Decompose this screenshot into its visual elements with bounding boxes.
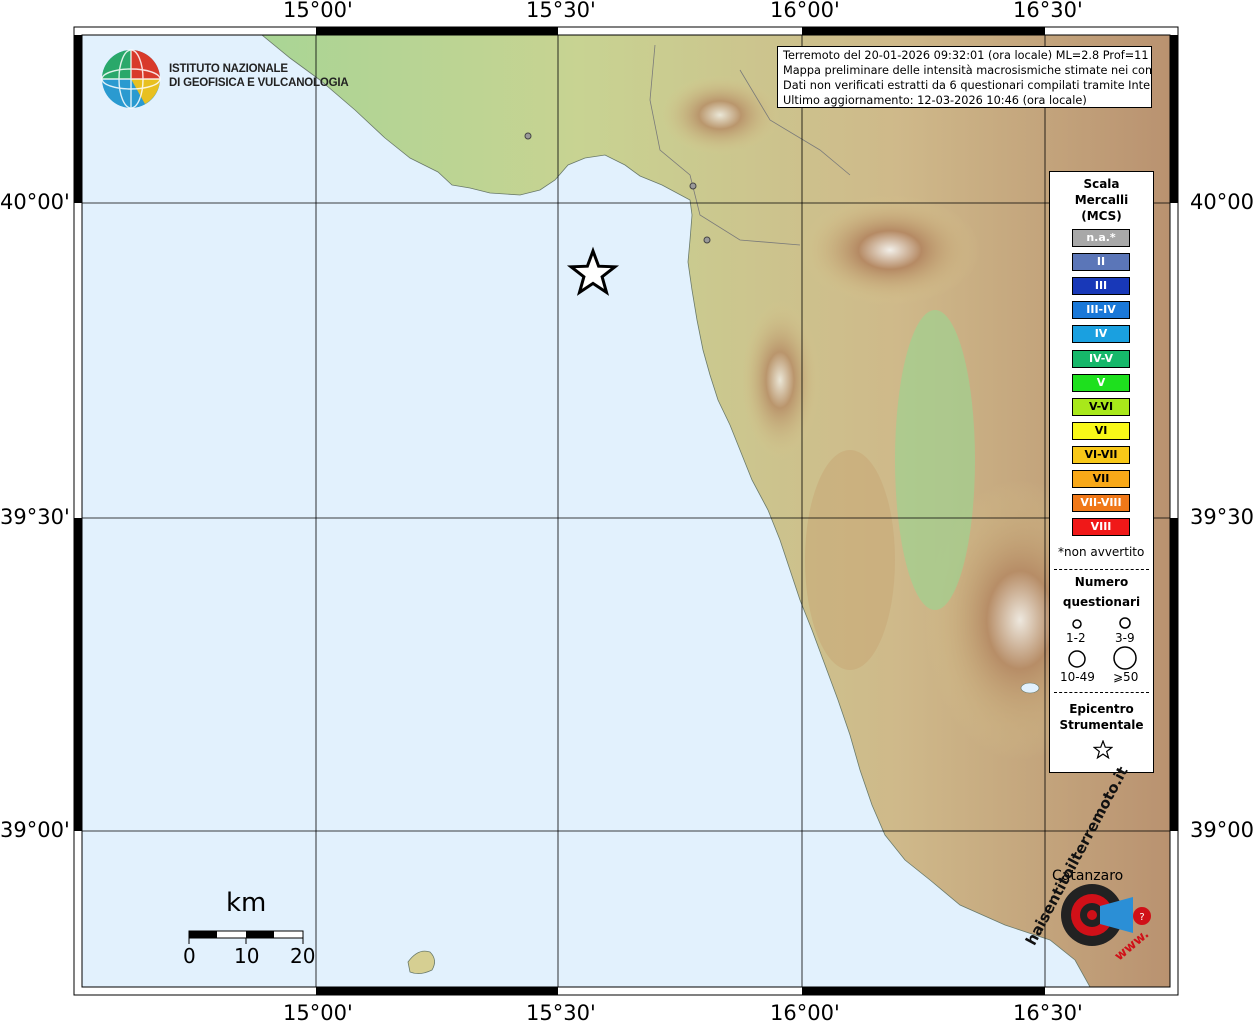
lon-tick-top: 15°30' bbox=[526, 0, 596, 22]
event-info-box: Terremoto del 20-01-2026 09:32:01 (ora l… bbox=[777, 46, 1152, 108]
relief-north bbox=[660, 75, 780, 155]
questionnaire-title: Numero bbox=[1074, 575, 1129, 589]
lon-tick-bottom: 16°30' bbox=[1013, 1001, 1083, 1025]
intensity-swatch: VI bbox=[1072, 421, 1130, 440]
intensity-swatch: IV-V bbox=[1072, 349, 1130, 368]
intensity-swatch: n.a.* bbox=[1072, 229, 1130, 247]
intensity-swatch: III bbox=[1072, 277, 1130, 296]
institute-line2: DI GEOFISICA E VULCANOLOGIA bbox=[169, 77, 349, 89]
star-icon bbox=[1093, 740, 1113, 760]
institute-name: ISTITUTO NAZIONALE DI GEOFISICA E VULCAN… bbox=[169, 62, 349, 90]
epicenter-title: Epicentro bbox=[1069, 702, 1134, 716]
legend-title: Mercalli bbox=[1074, 193, 1129, 207]
intensity-swatch: VII-VIII bbox=[1072, 494, 1130, 513]
svg-text:?: ? bbox=[1139, 912, 1144, 923]
not-felt-note: *non avvertito bbox=[1058, 545, 1145, 559]
crati-valley bbox=[895, 310, 975, 610]
event-info-line: Mappa preliminare delle intensità macros… bbox=[783, 64, 1152, 77]
divider bbox=[1054, 569, 1149, 570]
legend-title: Scala bbox=[1083, 177, 1120, 191]
scale-unit: km bbox=[226, 888, 267, 918]
lat-tick-left: 40°00' bbox=[0, 190, 70, 214]
relief-coastal-range bbox=[740, 300, 820, 460]
legend-title: (MCS) bbox=[1081, 209, 1122, 223]
intensity-swatch: V bbox=[1072, 373, 1130, 392]
intensity-swatch: VII bbox=[1072, 470, 1130, 488]
size-label: ⩾50 bbox=[1113, 670, 1139, 684]
size-label: 10-49 bbox=[1060, 670, 1095, 684]
lat-tick-right: 39°00' bbox=[1190, 818, 1254, 842]
size-label: 3-9 bbox=[1115, 631, 1135, 645]
intensity-swatch: II bbox=[1072, 253, 1130, 272]
scale-label: 10 bbox=[234, 944, 260, 968]
intensity-swatch: IV bbox=[1072, 325, 1130, 344]
intensity-swatch: VIII bbox=[1072, 518, 1130, 537]
lon-tick-bottom: 15°00' bbox=[283, 1001, 353, 1025]
lon-tick-bottom: 16°00' bbox=[770, 1001, 840, 1025]
lat-tick-left: 39°30' bbox=[0, 505, 70, 529]
event-info-line: Dati non verificati estratti da 6 questi… bbox=[783, 79, 1152, 92]
lon-tick-top: 15°00' bbox=[283, 0, 353, 22]
lat-tick-left: 39°00' bbox=[0, 818, 70, 842]
intensity-swatch: VI-VII bbox=[1072, 445, 1130, 464]
intensity-swatch: V-VI bbox=[1072, 397, 1130, 416]
size-label: 1-2 bbox=[1066, 631, 1086, 645]
institute-line1: ISTITUTO NAZIONALE bbox=[169, 63, 288, 75]
epicenter-title: Strumentale bbox=[1059, 718, 1144, 732]
scale-label: 0 bbox=[183, 944, 196, 968]
scale-label: 20 bbox=[290, 944, 316, 968]
lon-tick-top: 16°30' bbox=[1013, 0, 1083, 22]
event-info-line: Terremoto del 20-01-2026 09:32:01 (ora l… bbox=[783, 49, 1152, 62]
divider bbox=[1054, 692, 1149, 693]
intensity-swatch: III-IV bbox=[1072, 301, 1130, 320]
relief-central bbox=[805, 450, 895, 670]
lake bbox=[1020, 682, 1040, 694]
lat-tick-right: 39°30' bbox=[1190, 505, 1254, 529]
questionnaire-title: questionari bbox=[1062, 595, 1141, 609]
globe-icon bbox=[100, 48, 162, 114]
relief-pollino bbox=[800, 195, 980, 305]
event-info-line: Ultimo aggiornamento: 12-03-2026 10:46 (… bbox=[783, 94, 1087, 107]
lon-tick-bottom: 15°30' bbox=[526, 1001, 596, 1025]
legend-panel: Scala Mercalli (MCS) n.a.* II III III-IV IV I… bbox=[1049, 171, 1154, 773]
lat-tick-right: 40°00' bbox=[1190, 190, 1254, 214]
lon-tick-top: 16°00' bbox=[770, 0, 840, 22]
